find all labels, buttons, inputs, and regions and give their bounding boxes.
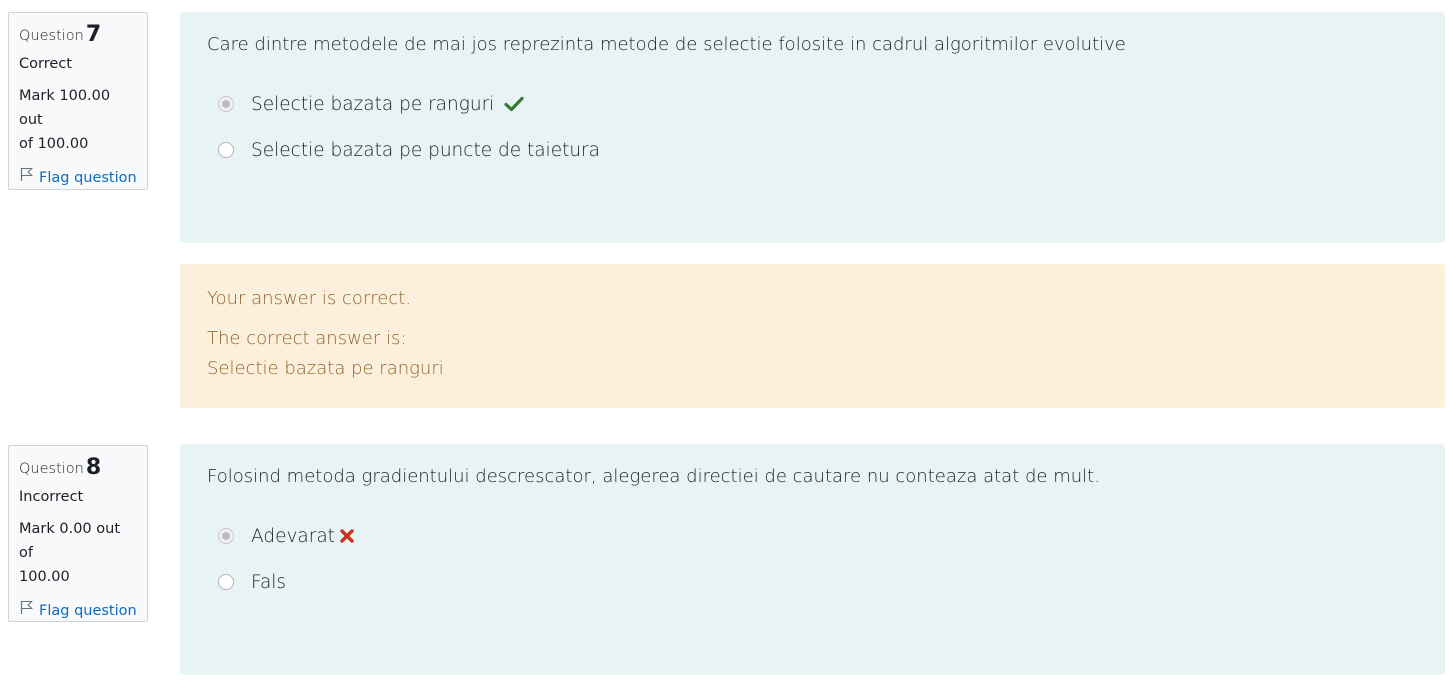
- flag-question-link[interactable]: Flag question: [19, 599, 137, 623]
- answer-list: Selectie bazata pe ranguri Selectie baza…: [207, 84, 1418, 170]
- question-info-8: Question8 Incorrect Mark 0.00 out of 100…: [8, 445, 148, 622]
- check-icon: [504, 96, 524, 112]
- answer-label: Fals: [251, 571, 287, 593]
- question-state: Incorrect: [19, 489, 84, 505]
- question-info-7: Question7 Correct Mark 100.00 out of 100…: [8, 12, 148, 190]
- right-answer: Selectie bazata pe ranguri: [207, 358, 444, 379]
- question-text: Folosind metoda gradientului descrescato…: [207, 466, 1100, 487]
- cross-icon: [339, 528, 355, 544]
- answer-label: Selectie bazata pe ranguri: [251, 93, 495, 115]
- question-number: 7: [85, 22, 102, 47]
- flag-question-link[interactable]: Flag question: [19, 166, 137, 190]
- question-text: Care dintre metodele de mai jos reprezin…: [207, 34, 1126, 55]
- answer-radio[interactable]: [218, 574, 234, 590]
- answer-radio-selected[interactable]: [218, 96, 234, 112]
- question-content-7: Care dintre metodele de mai jos reprezin…: [180, 12, 1445, 243]
- flag-question-label: Flag question: [39, 170, 137, 186]
- question-grade: Mark 0.00 out of 100.00: [19, 517, 137, 589]
- flag-icon: [19, 166, 34, 190]
- feedback-general: Your answer is correct.: [207, 288, 412, 309]
- question-feedback-7: Your answer is correct. The correct answ…: [180, 264, 1445, 408]
- answer-list: Adevarat Fals: [207, 516, 1418, 602]
- answer-option[interactable]: Selectie bazata pe ranguri: [207, 84, 1418, 124]
- answer-radio[interactable]: [218, 142, 234, 158]
- grade-line-1: Mark 0.00 out of: [19, 521, 121, 561]
- question-state: Correct: [19, 56, 72, 72]
- question-number-line: Question7: [19, 23, 137, 48]
- question-grade: Mark 100.00 out of 100.00: [19, 84, 137, 156]
- answer-option[interactable]: Fals: [207, 562, 1418, 602]
- grade-line-2: 100.00: [19, 569, 70, 585]
- right-answer-intro: The correct answer is:: [207, 328, 407, 349]
- question-number-line: Question8: [19, 456, 137, 481]
- answer-label: Selectie bazata pe puncte de taietura: [251, 139, 600, 161]
- grade-line-1: Mark 100.00 out: [19, 88, 111, 128]
- question-number: 8: [85, 455, 102, 480]
- grade-line-2: of 100.00: [19, 136, 89, 152]
- answer-radio-selected[interactable]: [218, 528, 234, 544]
- answer-option[interactable]: Adevarat: [207, 516, 1418, 556]
- answer-label: Adevarat: [251, 525, 335, 547]
- question-label: Question: [19, 28, 84, 44]
- answer-option[interactable]: Selectie bazata pe puncte de taietura: [207, 130, 1418, 170]
- question-label: Question: [19, 461, 84, 477]
- flag-question-label: Flag question: [39, 603, 137, 619]
- flag-icon: [19, 599, 34, 623]
- right-answer-block: The correct answer is: Selectie bazata p…: [207, 324, 1418, 384]
- question-content-8: Folosind metoda gradientului descrescato…: [180, 444, 1445, 675]
